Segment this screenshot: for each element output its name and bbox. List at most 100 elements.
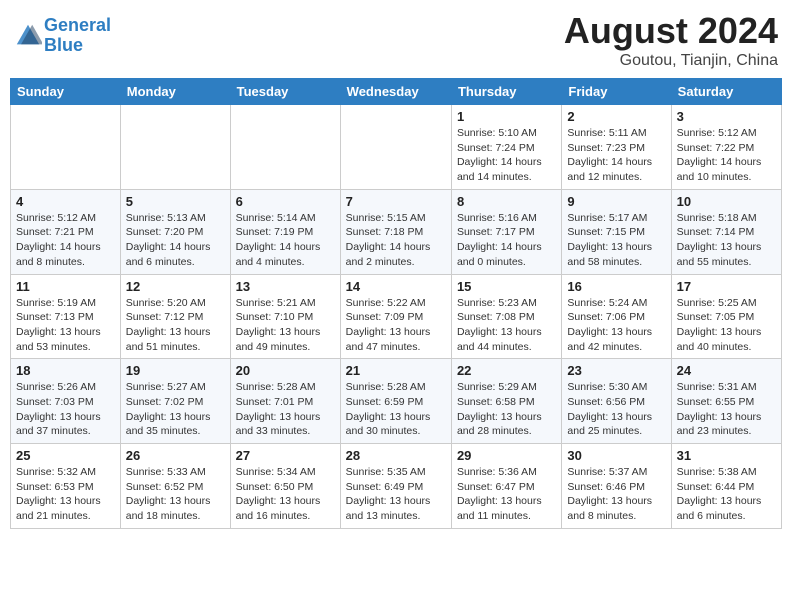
title-block: August 2024 Goutou, Tianjin, China <box>564 10 778 70</box>
calendar-week-1: 1 Sunrise: 5:10 AMSunset: 7:24 PMDaylight… <box>11 105 782 190</box>
day-number: 5 <box>126 194 225 209</box>
day-number: 8 <box>457 194 556 209</box>
day-number: 20 <box>236 363 335 378</box>
calendar-cell-w3d5: 15 Sunrise: 5:23 AMSunset: 7:08 PMDayligh… <box>451 274 561 359</box>
day-info: Sunrise: 5:36 AMSunset: 6:47 PMDaylight:… <box>457 465 556 524</box>
calendar-cell-w2d3: 6 Sunrise: 5:14 AMSunset: 7:19 PMDaylight… <box>230 189 340 274</box>
day-info: Sunrise: 5:15 AMSunset: 7:18 PMDaylight:… <box>346 211 446 270</box>
logo-text: General Blue <box>44 16 111 56</box>
day-info: Sunrise: 5:20 AMSunset: 7:12 PMDaylight:… <box>126 296 225 355</box>
location: Goutou, Tianjin, China <box>564 52 778 70</box>
weekday-header-friday: Friday <box>562 79 671 105</box>
day-info: Sunrise: 5:30 AMSunset: 6:56 PMDaylight:… <box>567 380 665 439</box>
day-number: 25 <box>16 448 115 463</box>
calendar-cell-w2d1: 4 Sunrise: 5:12 AMSunset: 7:21 PMDaylight… <box>11 189 121 274</box>
calendar-cell-w4d5: 22Sunrise: 5:29 AMSunset: 6:58 PMDayligh… <box>451 359 561 444</box>
calendar-cell-w5d7: 31 Sunrise: 5:38 AMSunset: 6:44 PMDayligh… <box>671 444 781 529</box>
weekday-header-row: SundayMondayTuesdayWednesdayThursdayFrid… <box>11 79 782 105</box>
day-number: 15 <box>457 279 556 294</box>
weekday-header-thursday: Thursday <box>451 79 561 105</box>
day-info: Sunrise: 5:25 AMSunset: 7:05 PMDaylight:… <box>677 296 776 355</box>
day-info: Sunrise: 5:38 AMSunset: 6:44 PMDaylight:… <box>677 465 776 524</box>
day-info: Sunrise: 5:23 AMSunset: 7:08 PMDaylight:… <box>457 296 556 355</box>
calendar-cell-w1d7: 3 Sunrise: 5:12 AMSunset: 7:22 PMDaylight… <box>671 105 781 190</box>
calendar-table: SundayMondayTuesdayWednesdayThursdayFrid… <box>10 78 782 529</box>
logo: General Blue <box>14 16 111 56</box>
calendar-cell-w5d4: 28 Sunrise: 5:35 AMSunset: 6:49 PMDayligh… <box>340 444 451 529</box>
day-number: 21 <box>346 363 446 378</box>
day-number: 27 <box>236 448 335 463</box>
day-number: 29 <box>457 448 556 463</box>
page-header: General Blue August 2024 Goutou, Tianjin… <box>10 10 782 70</box>
day-info: Sunrise: 5:34 AMSunset: 6:50 PMDaylight:… <box>236 465 335 524</box>
calendar-cell-w3d6: 16 Sunrise: 5:24 AMSunset: 7:06 PMDayligh… <box>562 274 671 359</box>
calendar-cell-w3d4: 14 Sunrise: 5:22 AMSunset: 7:09 PMDayligh… <box>340 274 451 359</box>
day-info: Sunrise: 5:22 AMSunset: 7:09 PMDaylight:… <box>346 296 446 355</box>
day-info: Sunrise: 5:32 AMSunset: 6:53 PMDaylight:… <box>16 465 115 524</box>
day-info: Sunrise: 5:11 AMSunset: 7:23 PMDaylight:… <box>567 126 665 185</box>
day-info: Sunrise: 5:16 AMSunset: 7:17 PMDaylight:… <box>457 211 556 270</box>
calendar-cell-w3d2: 12 Sunrise: 5:20 AMSunset: 7:12 PMDayligh… <box>120 274 230 359</box>
day-number: 13 <box>236 279 335 294</box>
calendar-cell-w1d5: 1 Sunrise: 5:10 AMSunset: 7:24 PMDaylight… <box>451 105 561 190</box>
calendar-cell-w5d1: 25 Sunrise: 5:32 AMSunset: 6:53 PMDayligh… <box>11 444 121 529</box>
weekday-header-tuesday: Tuesday <box>230 79 340 105</box>
day-number: 18 <box>16 363 115 378</box>
day-info: Sunrise: 5:17 AMSunset: 7:15 PMDaylight:… <box>567 211 665 270</box>
day-number: 10 <box>677 194 776 209</box>
day-info: Sunrise: 5:28 AMSunset: 6:59 PMDaylight:… <box>346 380 446 439</box>
calendar-cell-w3d3: 13Sunrise: 5:21 AMSunset: 7:10 PMDayligh… <box>230 274 340 359</box>
day-number: 1 <box>457 109 556 124</box>
logo-icon <box>14 22 42 50</box>
calendar-cell-w4d4: 21 Sunrise: 5:28 AMSunset: 6:59 PMDayligh… <box>340 359 451 444</box>
day-number: 6 <box>236 194 335 209</box>
day-number: 16 <box>567 279 665 294</box>
day-info: Sunrise: 5:35 AMSunset: 6:49 PMDaylight:… <box>346 465 446 524</box>
day-info: Sunrise: 5:10 AMSunset: 7:24 PMDaylight:… <box>457 126 556 185</box>
calendar-cell-w4d1: 18 Sunrise: 5:26 AMSunset: 7:03 PMDayligh… <box>11 359 121 444</box>
calendar-cell-w5d2: 26Sunrise: 5:33 AMSunset: 6:52 PMDayligh… <box>120 444 230 529</box>
calendar-week-2: 4 Sunrise: 5:12 AMSunset: 7:21 PMDaylight… <box>11 189 782 274</box>
day-number: 3 <box>677 109 776 124</box>
day-info: Sunrise: 5:28 AMSunset: 7:01 PMDaylight:… <box>236 380 335 439</box>
day-info: Sunrise: 5:12 AMSunset: 7:22 PMDaylight:… <box>677 126 776 185</box>
day-number: 12 <box>126 279 225 294</box>
calendar-week-5: 25 Sunrise: 5:32 AMSunset: 6:53 PMDayligh… <box>11 444 782 529</box>
calendar-cell-w2d7: 10 Sunrise: 5:18 AMSunset: 7:14 PMDayligh… <box>671 189 781 274</box>
calendar-cell-w1d2 <box>120 105 230 190</box>
day-info: Sunrise: 5:37 AMSunset: 6:46 PMDaylight:… <box>567 465 665 524</box>
month-title: August 2024 <box>564 10 778 52</box>
calendar-cell-w5d3: 27 Sunrise: 5:34 AMSunset: 6:50 PMDayligh… <box>230 444 340 529</box>
day-number: 22 <box>457 363 556 378</box>
calendar-cell-w5d5: 29 Sunrise: 5:36 AMSunset: 6:47 PMDayligh… <box>451 444 561 529</box>
calendar-cell-w3d1: 11Sunrise: 5:19 AMSunset: 7:13 PMDayligh… <box>11 274 121 359</box>
calendar-cell-w4d7: 24 Sunrise: 5:31 AMSunset: 6:55 PMDayligh… <box>671 359 781 444</box>
day-number: 23 <box>567 363 665 378</box>
day-info: Sunrise: 5:14 AMSunset: 7:19 PMDaylight:… <box>236 211 335 270</box>
day-info: Sunrise: 5:24 AMSunset: 7:06 PMDaylight:… <box>567 296 665 355</box>
weekday-header-saturday: Saturday <box>671 79 781 105</box>
calendar-cell-w1d6: 2 Sunrise: 5:11 AMSunset: 7:23 PMDaylight… <box>562 105 671 190</box>
calendar-cell-w4d3: 20 Sunrise: 5:28 AMSunset: 7:01 PMDayligh… <box>230 359 340 444</box>
calendar-cell-w1d4 <box>340 105 451 190</box>
day-number: 17 <box>677 279 776 294</box>
day-number: 24 <box>677 363 776 378</box>
day-info: Sunrise: 5:12 AMSunset: 7:21 PMDaylight:… <box>16 211 115 270</box>
day-number: 4 <box>16 194 115 209</box>
day-info: Sunrise: 5:18 AMSunset: 7:14 PMDaylight:… <box>677 211 776 270</box>
day-number: 11 <box>16 279 115 294</box>
calendar-cell-w4d2: 19Sunrise: 5:27 AMSunset: 7:02 PMDayligh… <box>120 359 230 444</box>
day-info: Sunrise: 5:26 AMSunset: 7:03 PMDaylight:… <box>16 380 115 439</box>
day-number: 14 <box>346 279 446 294</box>
calendar-cell-w2d5: 8 Sunrise: 5:16 AMSunset: 7:17 PMDaylight… <box>451 189 561 274</box>
day-number: 30 <box>567 448 665 463</box>
day-number: 31 <box>677 448 776 463</box>
calendar-cell-w3d7: 17 Sunrise: 5:25 AMSunset: 7:05 PMDayligh… <box>671 274 781 359</box>
calendar-cell-w4d6: 23 Sunrise: 5:30 AMSunset: 6:56 PMDayligh… <box>562 359 671 444</box>
day-number: 2 <box>567 109 665 124</box>
weekday-header-wednesday: Wednesday <box>340 79 451 105</box>
day-info: Sunrise: 5:31 AMSunset: 6:55 PMDaylight:… <box>677 380 776 439</box>
day-info: Sunrise: 5:13 AMSunset: 7:20 PMDaylight:… <box>126 211 225 270</box>
day-number: 19 <box>126 363 225 378</box>
day-number: 28 <box>346 448 446 463</box>
